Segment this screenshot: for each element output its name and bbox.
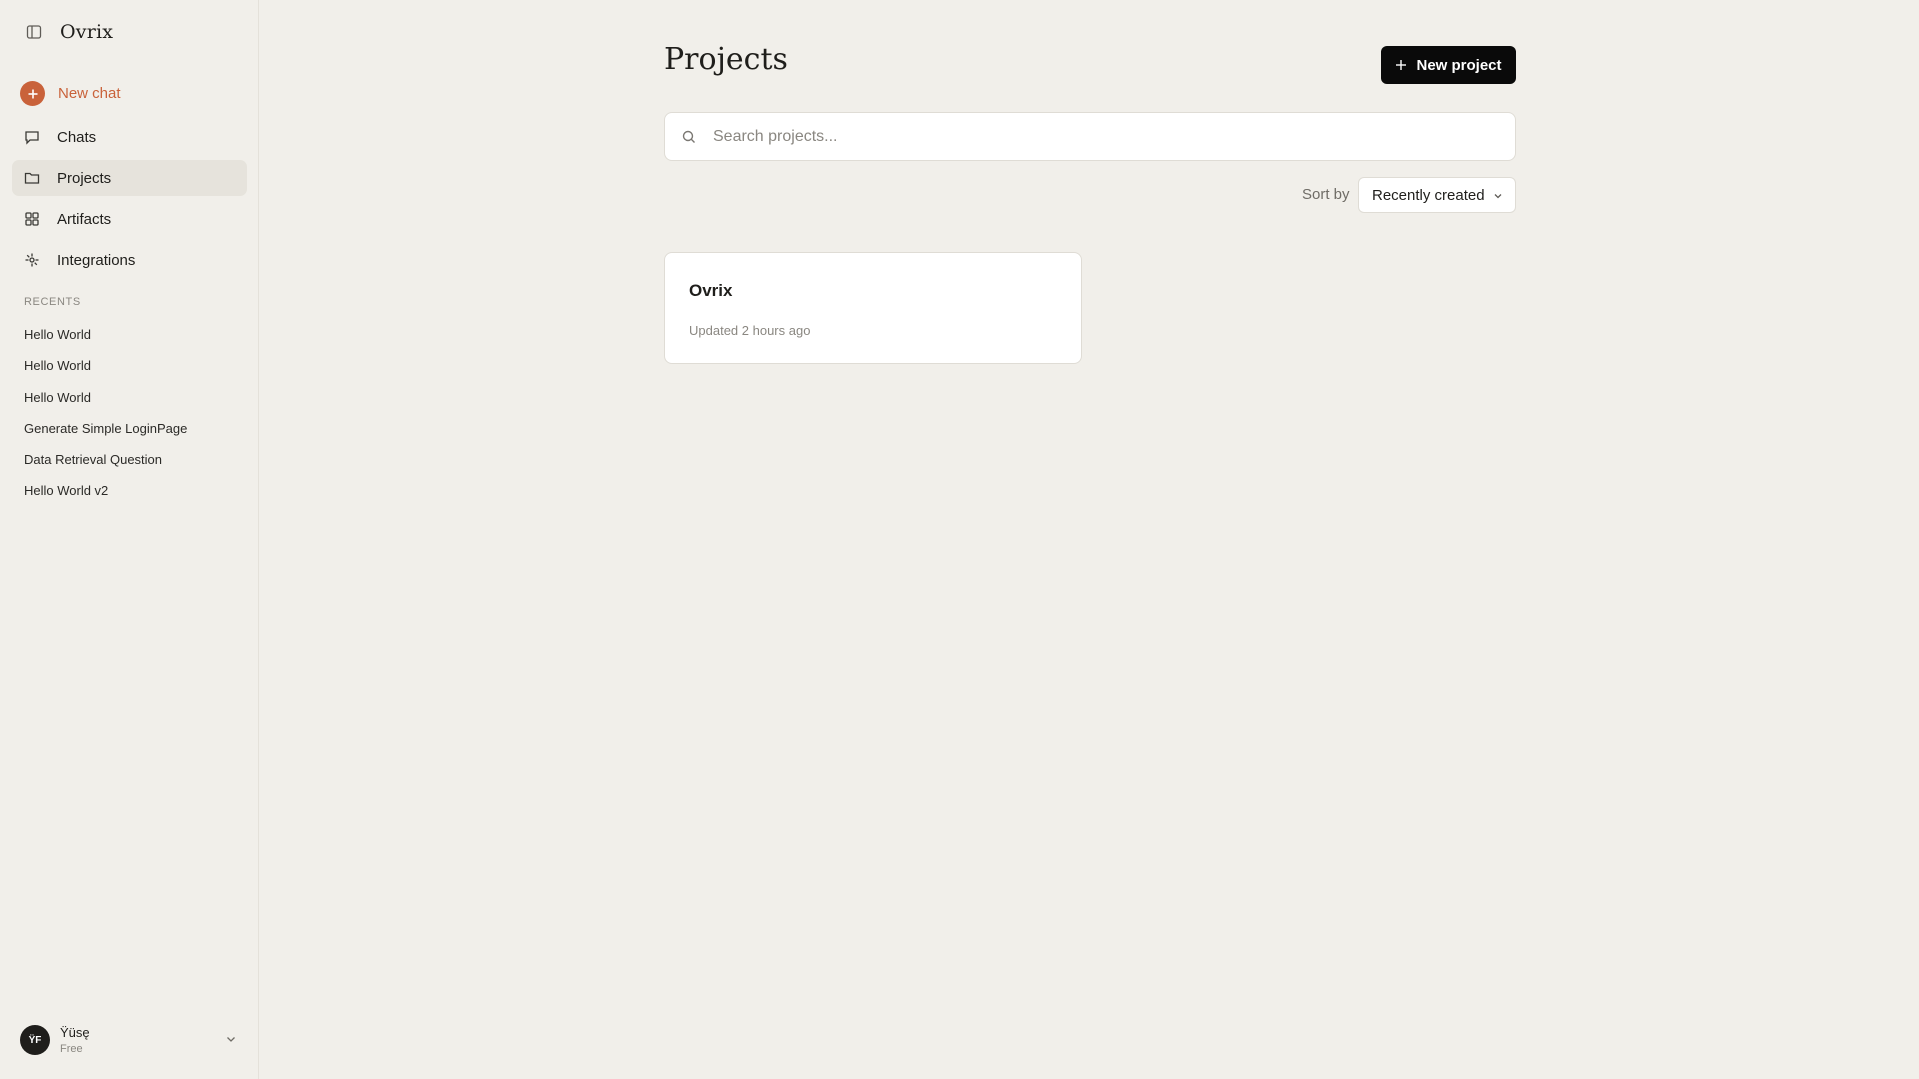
grid-icon <box>23 210 41 228</box>
recent-item[interactable]: Hello World <box>24 358 91 373</box>
sidebar-item-label: Integrations <box>57 251 136 269</box>
folder-icon <box>23 169 41 187</box>
user-plan: Free <box>60 1043 83 1055</box>
plus-icon <box>20 81 45 106</box>
search-box <box>664 112 1516 161</box>
sidebar-item-artifacts[interactable]: Artifacts <box>12 201 247 237</box>
project-name: Ovrix <box>689 281 733 300</box>
new-project-button[interactable]: New project <box>1381 46 1516 84</box>
integrations-icon <box>23 251 41 269</box>
page-title: Projects <box>664 42 788 77</box>
brand-name: Ovrix <box>60 21 114 43</box>
recent-item[interactable]: Data Retrieval Question <box>24 452 162 467</box>
sort-dropdown[interactable]: Recently created <box>1358 177 1516 213</box>
sidebar-item-projects[interactable]: Projects <box>12 160 247 196</box>
new-chat-label: New chat <box>58 85 121 102</box>
search-input[interactable] <box>713 127 1493 146</box>
new-chat-button[interactable]: New chat <box>20 80 121 107</box>
user-menu[interactable]: ŸF Ÿüsę Free <box>20 1022 240 1058</box>
project-card[interactable]: Ovrix Updated 2 hours ago <box>664 252 1082 364</box>
sidebar-item-integrations[interactable]: Integrations <box>12 242 247 278</box>
recent-item[interactable]: Generate Simple LoginPage <box>24 421 187 436</box>
user-meta: Ÿüsę Free <box>60 1025 90 1055</box>
sidebar: Ovrix New chat Chats Projects Artifacts … <box>0 0 259 1079</box>
recent-item[interactable]: Hello World v2 <box>24 483 108 498</box>
sidebar-toggle-icon[interactable] <box>22 20 46 44</box>
chevron-down-icon <box>224 1032 240 1048</box>
plus-icon <box>1395 59 1407 71</box>
new-project-label: New project <box>1416 56 1502 74</box>
sort-label: Sort by <box>1302 186 1350 203</box>
sidebar-item-chats[interactable]: Chats <box>12 119 247 155</box>
project-updated: Updated 2 hours ago <box>689 323 811 338</box>
sidebar-item-label: Projects <box>57 169 112 187</box>
sort-value: Recently created <box>1372 186 1485 204</box>
search-icon <box>681 128 699 146</box>
chevron-down-icon <box>1491 189 1505 203</box>
sidebar-item-label: Artifacts <box>57 210 112 228</box>
user-name: Ÿüsę <box>60 1025 90 1040</box>
recents-heading: RECENTS <box>24 296 81 308</box>
avatar: ŸF <box>20 1025 50 1055</box>
sidebar-item-label: Chats <box>57 128 97 146</box>
recent-item[interactable]: Hello World <box>24 327 91 342</box>
brand-row: Ovrix <box>22 20 113 44</box>
chat-bubble-icon <box>23 128 41 146</box>
recent-item[interactable]: Hello World <box>24 390 91 405</box>
